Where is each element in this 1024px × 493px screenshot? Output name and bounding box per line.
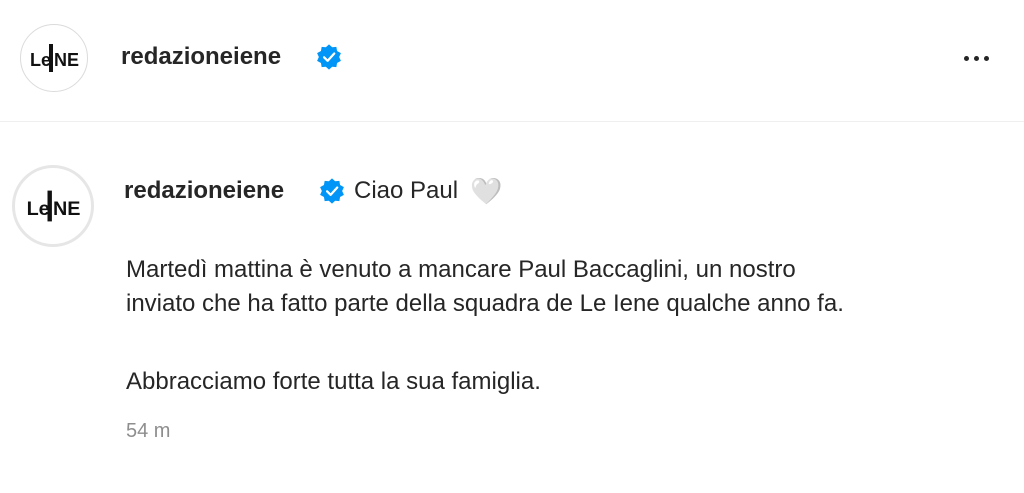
username[interactable]: redazioneiene — [121, 43, 281, 71]
caption-greeting: Ciao Paul 🤍 — [354, 177, 502, 205]
verified-badge-icon — [320, 178, 344, 204]
caption-line: Abbracciamo forte tutta la sua famiglia. — [126, 368, 541, 395]
le-iene-logo-icon: Le NE — [27, 190, 81, 222]
more-options-dot — [973, 55, 979, 61]
caption-line: Martedì mattina è venuto a mancare Paul … — [126, 256, 796, 283]
verified-badge-icon — [317, 44, 341, 70]
svg-text:Le: Le — [27, 198, 50, 220]
svg-text:Le: Le — [30, 50, 51, 70]
avatar[interactable]: Le NE — [20, 24, 88, 92]
more-options-dot — [983, 55, 989, 61]
username[interactable]: redazioneiene — [124, 177, 284, 205]
le-iene-logo-icon: Le NE — [30, 44, 79, 72]
avatar[interactable]: Le NE — [12, 165, 94, 247]
heart-icon: 🤍 — [470, 176, 503, 206]
more-options-icon — [963, 55, 969, 61]
caption-line: inviato che ha fatto parte della squadra… — [126, 290, 844, 317]
timestamp[interactable]: 54 m — [126, 420, 170, 443]
svg-text:NE: NE — [54, 50, 79, 70]
svg-text:NE: NE — [53, 198, 81, 220]
greeting-text: Ciao Paul — [354, 177, 459, 204]
post-header: Le NE redazioneiene — [0, 0, 1024, 122]
more-options-button[interactable] — [952, 40, 1000, 76]
